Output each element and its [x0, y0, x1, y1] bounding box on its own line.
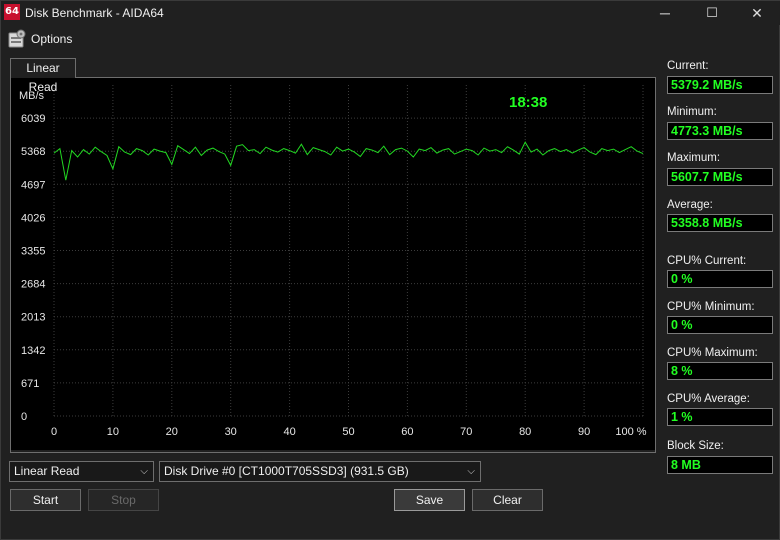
x-tick-label: 90: [578, 426, 590, 438]
x-tick-label: 10: [107, 426, 119, 438]
y-tick-label: 2013: [21, 312, 45, 324]
x-tick-label: 40: [283, 426, 295, 438]
maximize-button[interactable]: ☐: [689, 1, 735, 25]
test-type-select[interactable]: Linear Read ⌵: [9, 461, 154, 482]
stop-button[interactable]: Stop: [88, 489, 159, 511]
average-value: 5358.8 MB/s: [667, 214, 773, 232]
window-title: Disk Benchmark - AIDA64: [25, 6, 164, 20]
current-value: 5379.2 MB/s: [667, 76, 773, 94]
maximum-value: 5607.7 MB/s: [667, 168, 773, 186]
y-tick-label: 6039: [21, 113, 45, 125]
y-tick-label: 2684: [21, 279, 45, 291]
minimum-label: Minimum:: [667, 106, 717, 118]
current-label: Current:: [667, 60, 709, 72]
tab-linear-read[interactable]: Linear Read: [10, 58, 76, 94]
x-tick-label: 20: [166, 426, 178, 438]
benchmark-chart: 6039 5368 4697 4026 3355 2684 2013 1342 671 0 0 10…: [11, 78, 655, 450]
x-tick-label: 50: [342, 426, 354, 438]
elapsed-timer: 18:38: [509, 94, 547, 111]
disk-benchmark-window: 64 Disk Benchmark - AIDA64 ─ ☐ ✕ Options…: [0, 0, 780, 540]
cpu-maximum-label: CPU% Maximum:: [667, 347, 758, 359]
cpu-maximum-value: 8 %: [667, 362, 773, 380]
cpu-average-value: 1 %: [667, 408, 773, 426]
minimum-value: 4773.3 MB/s: [667, 122, 773, 140]
aida64-app-icon: 64: [4, 4, 20, 20]
block-size-label: Block Size:: [667, 440, 724, 452]
chevron-down-icon: ⌵: [467, 466, 475, 477]
cpu-average-label: CPU% Average:: [667, 393, 750, 405]
cpu-current-value: 0 %: [667, 270, 773, 288]
drive-select[interactable]: Disk Drive #0 [CT1000T705SSD3] (931.5 GB…: [159, 461, 481, 482]
y-tick-label: 4026: [21, 212, 45, 224]
y-tick-label: 1342: [21, 345, 45, 357]
start-button[interactable]: Start: [10, 489, 81, 511]
x-tick-label: 70: [460, 426, 472, 438]
x-tick-label: 100 %: [615, 426, 646, 438]
drive-value: Disk Drive #0 [CT1000T705SSD3] (931.5 GB…: [164, 464, 409, 478]
cpu-current-label: CPU% Current:: [667, 255, 747, 267]
average-label: Average:: [667, 199, 713, 211]
block-size-value: 8 MB: [667, 456, 773, 474]
save-button[interactable]: Save: [394, 489, 465, 511]
y-tick-label: 3355: [21, 246, 45, 258]
x-tick-label: 30: [225, 426, 237, 438]
y-tick-label: 0: [21, 411, 27, 423]
maximum-label: Maximum:: [667, 152, 721, 164]
options-menu[interactable]: Options: [31, 32, 72, 46]
y-tick-label: 4697: [21, 179, 45, 191]
x-tick-label: 0: [51, 426, 57, 438]
chevron-down-icon: ⌵: [140, 466, 148, 477]
cpu-minimum-label: CPU% Minimum:: [667, 301, 755, 313]
menu-bar: Options: [1, 25, 780, 53]
options-icon[interactable]: [6, 28, 28, 50]
minimize-button[interactable]: ─: [642, 1, 688, 25]
title-bar: 64 Disk Benchmark - AIDA64 ─ ☐ ✕: [1, 1, 780, 25]
y-tick-label: 5368: [21, 146, 45, 158]
chart-background: [11, 78, 655, 450]
x-tick-label: 60: [401, 426, 413, 438]
close-button[interactable]: ✕: [734, 1, 780, 25]
test-type-value: Linear Read: [14, 464, 80, 478]
y-tick-label: 671: [21, 378, 39, 390]
x-tick-label: 80: [519, 426, 531, 438]
cpu-minimum-value: 0 %: [667, 316, 773, 334]
clear-button[interactable]: Clear: [472, 489, 543, 511]
